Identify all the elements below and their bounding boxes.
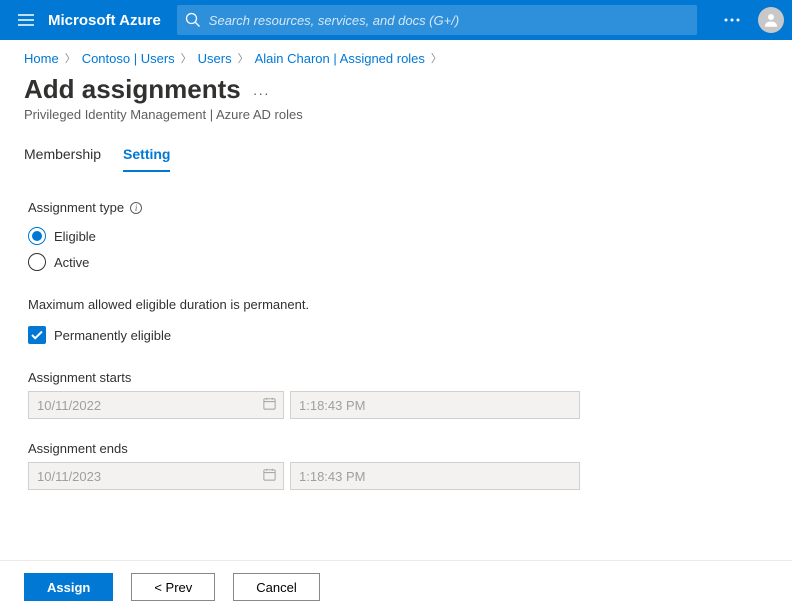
radio-icon xyxy=(28,227,46,245)
title-more-icon[interactable]: ··· xyxy=(253,79,270,101)
tab-membership[interactable]: Membership xyxy=(24,140,101,171)
assignment-starts-date[interactable]: 10/11/2022 xyxy=(28,391,284,419)
footer-actions: Assign < Prev Cancel xyxy=(0,560,792,613)
prev-button[interactable]: < Prev xyxy=(131,573,215,601)
radio-icon xyxy=(28,253,46,271)
brand-label: Microsoft Azure xyxy=(48,12,161,29)
checkbox-label: Permanently eligible xyxy=(54,328,171,343)
user-avatar[interactable] xyxy=(758,7,784,33)
page-title: Add assignments xyxy=(24,74,241,105)
chevron-right-icon: 〉 xyxy=(431,50,442,66)
assignment-ends-date[interactable]: 10/11/2023 xyxy=(28,462,284,490)
breadcrumb: Home 〉 Contoso | Users 〉 Users 〉 Alain C… xyxy=(0,40,792,72)
search-icon xyxy=(185,12,201,28)
cancel-button[interactable]: Cancel xyxy=(233,573,319,601)
assignment-type-label: Assignment type i xyxy=(28,200,764,215)
page-subtitle: Privileged Identity Management | Azure A… xyxy=(0,105,792,140)
more-menu-icon[interactable] xyxy=(716,4,748,36)
hamburger-menu-icon[interactable] xyxy=(8,0,44,40)
radio-active[interactable]: Active xyxy=(28,249,764,275)
radio-eligible[interactable]: Eligible xyxy=(28,223,764,249)
chevron-right-icon: 〉 xyxy=(65,50,76,66)
assignment-starts-label: Assignment starts xyxy=(28,370,764,385)
chevron-right-icon: 〉 xyxy=(238,50,249,66)
assignment-type-radio-group: Eligible Active xyxy=(28,223,764,275)
radio-label: Active xyxy=(54,255,89,270)
assign-button[interactable]: Assign xyxy=(24,573,113,601)
duration-note: Maximum allowed eligible duration is per… xyxy=(28,297,764,312)
tabs: Membership Setting xyxy=(0,140,792,172)
info-icon[interactable]: i xyxy=(130,202,142,214)
breadcrumb-item[interactable]: Contoso | Users xyxy=(82,51,175,66)
checkbox-permanently-eligible[interactable]: Permanently eligible xyxy=(28,326,764,344)
assignment-starts-time[interactable]: 1:18:43 PM xyxy=(290,391,580,419)
global-search[interactable] xyxy=(177,5,697,35)
radio-label: Eligible xyxy=(54,229,96,244)
calendar-icon xyxy=(262,396,277,414)
tab-setting[interactable]: Setting xyxy=(123,140,170,172)
chevron-right-icon: 〉 xyxy=(181,50,192,66)
calendar-icon xyxy=(262,467,277,485)
breadcrumb-item[interactable]: Alain Charon | Assigned roles xyxy=(255,51,425,66)
form-body: Assignment type i Eligible Active Maximu… xyxy=(0,172,792,522)
breadcrumb-item[interactable]: Home xyxy=(24,51,59,66)
breadcrumb-item[interactable]: Users xyxy=(198,51,232,66)
assignment-ends-label: Assignment ends xyxy=(28,441,764,456)
checkbox-icon xyxy=(28,326,46,344)
assignment-ends-time[interactable]: 1:18:43 PM xyxy=(290,462,580,490)
search-input[interactable] xyxy=(209,13,689,28)
top-header: Microsoft Azure xyxy=(0,0,792,40)
